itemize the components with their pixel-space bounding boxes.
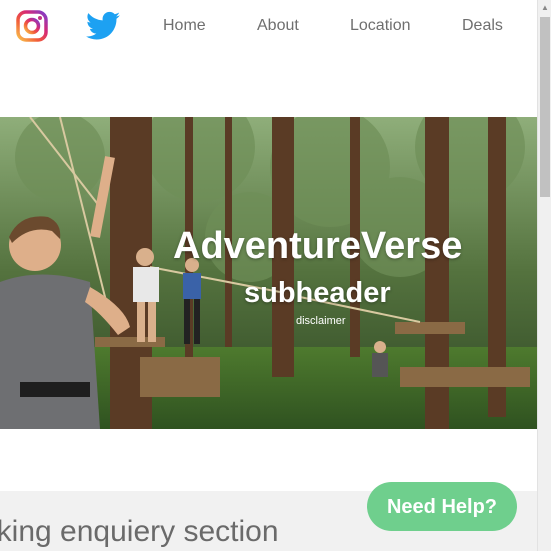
page-viewport: Home About Location Deals AdventureVerse…: [0, 0, 537, 551]
hero-background-image: [0, 117, 537, 429]
scrollbar-thumb[interactable]: [540, 17, 550, 197]
section-title: oking enquiery section: [0, 515, 279, 548]
nav-location-link[interactable]: Location: [350, 17, 411, 35]
instagram-icon[interactable]: [16, 10, 48, 42]
nav-home-link[interactable]: Home: [163, 17, 206, 35]
vertical-scrollbar[interactable]: ▲: [537, 0, 551, 551]
scroll-up-arrow-icon[interactable]: ▲: [538, 0, 551, 16]
top-navigation-bar: Home About Location Deals: [0, 0, 537, 56]
hero-title: AdventureVerse: [173, 225, 463, 267]
twitter-icon[interactable]: [86, 11, 120, 41]
nav-about-link[interactable]: About: [257, 17, 299, 35]
hero-banner: AdventureVerse subheader disclaimer: [0, 117, 537, 429]
nav-deals-link[interactable]: Deals: [462, 17, 503, 35]
hero-subtitle: subheader: [244, 277, 391, 309]
need-help-button[interactable]: Need Help?: [367, 482, 517, 531]
hero-disclaimer: disclaimer: [296, 315, 346, 327]
